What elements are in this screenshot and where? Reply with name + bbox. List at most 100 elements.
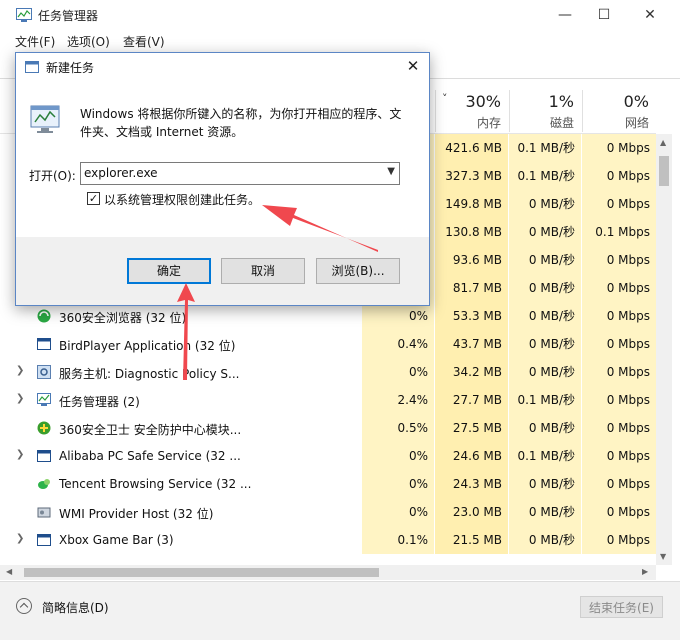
horizontal-scrollbar[interactable]: ◀ ▶ <box>0 565 656 580</box>
network-cell: 0 Mbps <box>582 246 656 274</box>
network-cell: 0 Mbps <box>582 274 656 302</box>
vertical-scroll-thumb[interactable] <box>659 156 669 186</box>
menu-bar: 文件(F) 选项(O) 查看(V) <box>0 31 680 51</box>
cancel-button[interactable]: 取消 <box>221 258 305 284</box>
menu-options[interactable]: 选项(O) <box>67 33 110 50</box>
cpu-cell: 0.4% <box>362 330 434 358</box>
end-task-button[interactable]: 结束任务(E) <box>580 596 663 618</box>
memory-cell: 43.7 MB <box>435 330 508 358</box>
process-name: WMI Provider Host (32 位) <box>59 507 214 521</box>
network-cell: 0.1 Mbps <box>582 218 656 246</box>
disk-cell: 0 MB/秒 <box>509 470 581 498</box>
process-name: 360安全卫士 安全防护中心模块... <box>59 423 242 437</box>
disk-cell: 0.1 MB/秒 <box>509 442 581 470</box>
memory-cell: 23.0 MB <box>435 498 508 526</box>
memory-cell: 93.6 MB <box>435 246 508 274</box>
memory-usage-total: 30% <box>465 92 501 111</box>
fewer-details-link[interactable]: 简略信息(D) <box>42 599 109 616</box>
disk-cell: 0 MB/秒 <box>509 498 581 526</box>
memory-cell: 21.5 MB <box>435 526 508 554</box>
table-row[interactable]: 360安全卫士 安全防护中心模块... 0.5% 27.5 MB 0 MB/秒 0 Mb… <box>0 414 656 442</box>
memory-cell: 327.3 MB <box>435 162 508 190</box>
process-name: 360安全浏览器 (32 位) <box>59 311 187 325</box>
memory-cell: 24.6 MB <box>435 442 508 470</box>
process-name: Tencent Browsing Service (32 ... <box>59 477 252 491</box>
dialog-close-button[interactable]: ✕ <box>402 56 424 76</box>
network-cell: 0 Mbps <box>582 470 656 498</box>
table-row[interactable]: ❯ Alibaba PC Safe Service (32 ... 0% 24.6 M… <box>0 442 656 470</box>
browse-button[interactable]: 浏览(B)... <box>316 258 400 284</box>
table-row[interactable]: 360安全浏览器 (32 位) 0% 53.3 MB 0 MB/秒 0 Mbps <box>0 302 656 330</box>
cpu-cell: 0% <box>362 470 434 498</box>
cpu-cell: 2.4% <box>362 386 434 414</box>
admin-checkbox-label[interactable]: 以系统管理权限创建此任务。 <box>104 191 260 208</box>
dialog-description: Windows 将根据你所键入的名称，为你打开相应的程序、文件夹、文档或 Int… <box>80 107 402 139</box>
network-cell: 0 Mbps <box>582 330 656 358</box>
disk-usage-total: 1% <box>548 92 574 111</box>
column-header-memory[interactable]: 30% 内存 <box>435 90 509 132</box>
ok-button[interactable]: 确定 <box>127 258 211 284</box>
expand-chevron-icon[interactable]: ❯ <box>16 365 24 376</box>
admin-checkbox[interactable]: ✓ <box>87 192 100 205</box>
run-icon <box>25 61 39 73</box>
open-combobox[interactable]: ▼ <box>80 162 400 185</box>
disk-cell: 0 MB/秒 <box>509 190 581 218</box>
scroll-right-icon[interactable]: ▶ <box>642 567 648 576</box>
disk-cell: 0.1 MB/秒 <box>509 386 581 414</box>
network-cell: 0 Mbps <box>582 442 656 470</box>
menu-file[interactable]: 文件(F) <box>15 33 55 50</box>
disk-cell: 0 MB/秒 <box>509 526 581 554</box>
network-column-label: 网络 <box>624 116 649 130</box>
security-360-icon <box>37 421 51 435</box>
cpu-cell: 0.5% <box>362 414 434 442</box>
network-cell: 0 Mbps <box>582 134 656 162</box>
disk-cell: 0 MB/秒 <box>509 358 581 386</box>
expand-chevron-icon[interactable]: ❯ <box>16 449 24 460</box>
horizontal-scroll-thumb[interactable] <box>24 568 379 577</box>
dropdown-chevron-icon[interactable]: ▼ <box>387 166 395 177</box>
process-name: Alibaba PC Safe Service (32 ... <box>59 449 241 463</box>
expand-chevron-icon[interactable]: ❯ <box>16 533 24 544</box>
disk-cell: 0 MB/秒 <box>509 302 581 330</box>
gear-icon <box>37 365 51 379</box>
maximize-button[interactable]: ☐ <box>581 0 627 30</box>
cpu-cell: 0% <box>362 498 434 526</box>
task-manager-icon <box>37 393 51 407</box>
network-cell: 0 Mbps <box>582 190 656 218</box>
wmi-host-icon <box>37 505 51 519</box>
network-cell: 0 Mbps <box>582 386 656 414</box>
task-manager-icon <box>16 8 32 22</box>
scroll-left-icon[interactable]: ◀ <box>6 567 12 576</box>
table-row[interactable]: ❯ Xbox Game Bar (3) 0.1% 21.5 MB 0 MB/秒 0 Mbp… <box>0 526 656 554</box>
disk-cell: 0 MB/秒 <box>509 274 581 302</box>
close-button[interactable]: ✕ <box>627 0 673 30</box>
network-usage-total: 0% <box>623 92 649 111</box>
memory-column-label: 内存 <box>476 116 501 130</box>
disk-cell: 0 MB/秒 <box>509 218 581 246</box>
disk-cell: 0 MB/秒 <box>509 330 581 358</box>
scroll-up-icon[interactable]: ▲ <box>660 138 666 147</box>
cpu-cell: 0% <box>362 442 434 470</box>
expand-chevron-icon[interactable]: ❯ <box>16 393 24 404</box>
disk-cell: 0.1 MB/秒 <box>509 162 581 190</box>
collapse-chevron-icon[interactable] <box>16 598 32 614</box>
vertical-scrollbar[interactable]: ▲ ▼ <box>656 134 672 565</box>
table-row[interactable]: ❯ 服务主机: Diagnostic Policy S... 0% 34.2 MB 0 … <box>0 358 656 386</box>
run-program-icon <box>30 105 60 133</box>
cpu-cell: 0.1% <box>362 526 434 554</box>
disk-cell: 0.1 MB/秒 <box>509 134 581 162</box>
column-header-disk[interactable]: 1% 磁盘 <box>509 90 582 132</box>
process-name: Xbox Game Bar (3) <box>59 533 174 547</box>
tencent-icon <box>37 477 51 491</box>
title-bar[interactable]: 任务管理器 — ☐ ✕ <box>0 0 680 30</box>
scroll-down-icon[interactable]: ▼ <box>660 552 666 561</box>
column-header-network[interactable]: 0% 网络 <box>582 90 657 132</box>
menu-view[interactable]: 查看(V) <box>123 33 165 50</box>
table-row[interactable]: WMI Provider Host (32 位) 0% 23.0 MB 0 MB/秒 0… <box>0 498 656 526</box>
table-row[interactable]: ❯ 任务管理器 (2) 2.4% 27.7 MB 0.1 MB/秒 0 Mbps <box>0 386 656 414</box>
open-input[interactable] <box>84 165 374 181</box>
memory-cell: 421.6 MB <box>435 134 508 162</box>
table-row[interactable]: Tencent Browsing Service (32 ... 0% 24.3 M… <box>0 470 656 498</box>
table-row[interactable]: BirdPlayer Application (32 位) 0.4% 43.7 MB… <box>0 330 656 358</box>
memory-cell: 24.3 MB <box>435 470 508 498</box>
